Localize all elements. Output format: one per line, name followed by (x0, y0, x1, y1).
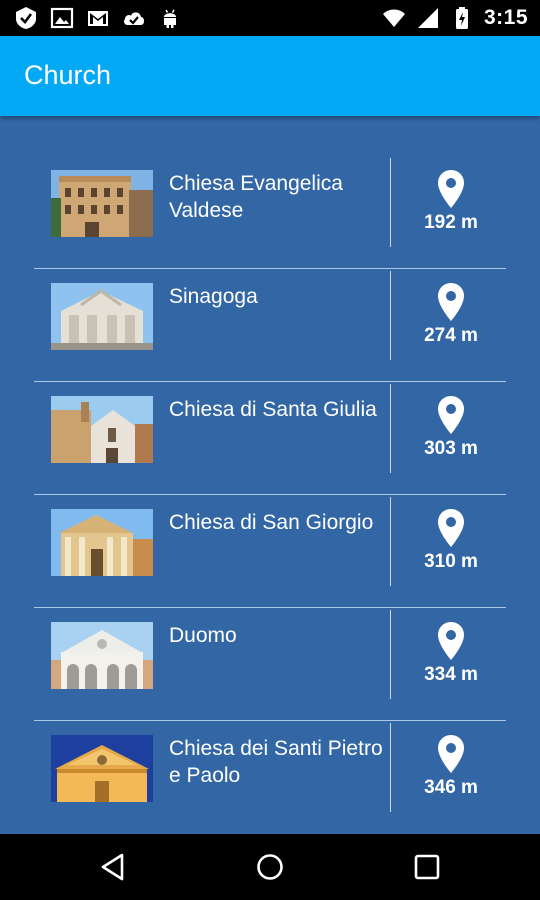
map-pin-icon[interactable] (437, 734, 465, 774)
app-bar: Church (0, 36, 540, 116)
church-name: Chiesa di San Giorgio (169, 511, 374, 534)
image-icon (50, 7, 74, 29)
list-item[interactable]: Chiesa Evangelica Valdese 192 m (34, 156, 506, 269)
map-pin-icon[interactable] (437, 169, 465, 209)
status-bar: 3:15 (0, 0, 540, 36)
church-photo (51, 170, 153, 237)
map-pin-icon[interactable] (437, 508, 465, 548)
status-time: 3:15 (483, 6, 528, 29)
church-photo (51, 283, 153, 350)
list-item[interactable]: Chiesa dei Santi Pietro e Paolo 346 m (34, 721, 506, 834)
divider (390, 384, 391, 473)
signal-icon (417, 8, 438, 28)
cloud-check-icon (124, 12, 144, 25)
gmail-icon (88, 11, 108, 26)
divider (390, 723, 391, 812)
list-item[interactable]: Sinagoga 274 m (34, 269, 506, 382)
android-icon (164, 9, 176, 28)
map-pin-icon[interactable] (437, 395, 465, 435)
check-badge-icon (16, 7, 36, 29)
church-list[interactable]: Chiesa Evangelica Valdese 192 m Sinagoga… (0, 116, 540, 834)
divider (390, 610, 391, 699)
divider (390, 158, 391, 247)
church-name: Sinagoga (169, 285, 258, 308)
distance-label: 303 m (424, 438, 478, 459)
church-photo (51, 622, 153, 689)
wifi-icon (382, 9, 405, 27)
church-name: Chiesa Evangelica Valdese (169, 172, 343, 222)
church-photo (51, 509, 153, 576)
church-photo (51, 396, 153, 463)
back-icon[interactable] (98, 852, 128, 882)
church-photo (51, 735, 153, 802)
distance-label: 346 m (424, 777, 478, 798)
system-indicators: 3:15 (382, 6, 528, 30)
distance-label: 192 m (424, 212, 478, 233)
battery-charging-icon (455, 7, 468, 29)
list-item[interactable]: Duomo 334 m (34, 608, 506, 721)
distance-label: 310 m (424, 551, 478, 572)
church-name: Duomo (169, 624, 237, 647)
list-item[interactable]: Chiesa di San Giorgio 310 m (34, 495, 506, 608)
notification-icons (14, 6, 182, 30)
home-icon[interactable] (255, 852, 285, 882)
recents-icon[interactable] (412, 852, 442, 882)
distance-label: 334 m (424, 664, 478, 685)
church-name: Chiesa di Santa Giulia (169, 398, 377, 421)
distance-label: 274 m (424, 325, 478, 346)
navigation-bar (0, 834, 540, 900)
divider (390, 497, 391, 586)
church-name: Chiesa dei Santi Pietro e Paolo (169, 737, 383, 787)
map-pin-icon[interactable] (437, 621, 465, 661)
divider (390, 271, 391, 360)
page-title: Church (24, 60, 112, 90)
map-pin-icon[interactable] (437, 282, 465, 322)
list-item[interactable]: Chiesa di Santa Giulia 303 m (34, 382, 506, 495)
